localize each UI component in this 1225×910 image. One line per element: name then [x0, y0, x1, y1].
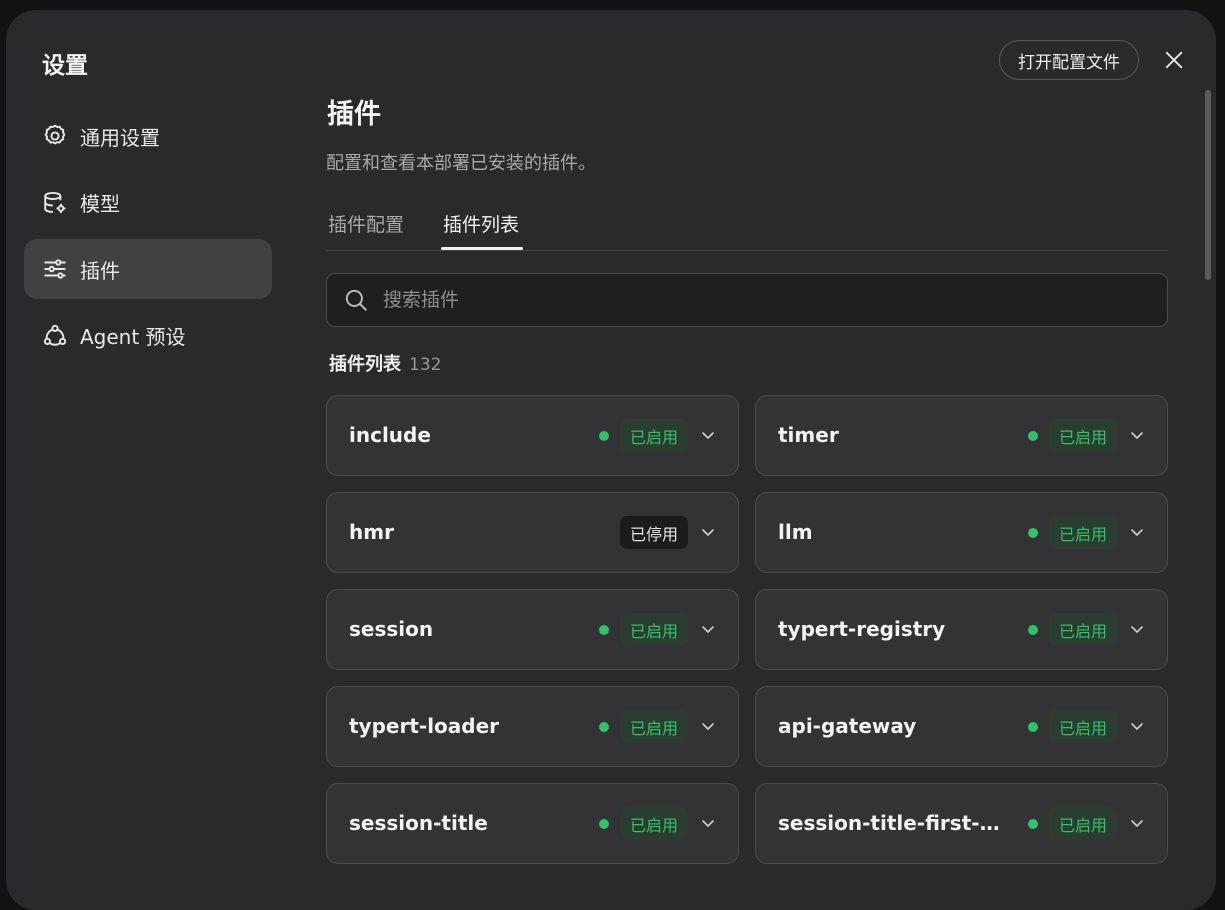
plugin-name: session — [349, 617, 434, 641]
status-badge: 已启用 — [1049, 419, 1117, 452]
status-badge: 已启用 — [620, 613, 688, 646]
status-badge: 已启用 — [1049, 710, 1117, 743]
status-dot — [599, 625, 609, 635]
status-dot — [1028, 625, 1038, 635]
status-badge: 已停用 — [620, 516, 688, 549]
plugin-name: include — [349, 423, 431, 447]
chevron-down-icon[interactable] — [700, 427, 716, 443]
chevron-down-icon[interactable] — [700, 524, 716, 540]
sliders-icon — [42, 256, 68, 282]
plugin-card[interactable]: session-title 已启用 — [326, 783, 739, 864]
chevron-down-icon[interactable] — [700, 815, 716, 831]
status-dot — [1028, 431, 1038, 441]
status-badge: 已启用 — [620, 710, 688, 743]
gear-icon — [42, 123, 68, 149]
sidebar: 通用设置 模型 插件 Agent 预设 — [24, 106, 272, 372]
plugin-name: typert-loader — [349, 714, 500, 738]
scrollbar[interactable] — [1202, 90, 1214, 880]
plugin-name: hmr — [349, 520, 394, 544]
sidebar-item-models[interactable]: 模型 — [24, 173, 272, 233]
tab-bar: 插件配置 插件列表 — [326, 202, 1168, 251]
status-badge: 已启用 — [620, 807, 688, 840]
plugin-card[interactable]: include 已启用 — [326, 395, 739, 476]
plugin-card[interactable]: timer 已启用 — [755, 395, 1168, 476]
plugin-card[interactable]: typert-registry 已启用 — [755, 589, 1168, 670]
plugin-card[interactable]: session-title-first-m... 已启用 — [755, 783, 1168, 864]
plugin-name: llm — [778, 520, 813, 544]
plugin-name: api-gateway — [778, 714, 917, 738]
plugin-name: timer — [778, 423, 839, 447]
sidebar-item-label: 插件 — [80, 258, 120, 283]
chevron-down-icon[interactable] — [1129, 718, 1145, 734]
status-badge: 已启用 — [1049, 516, 1117, 549]
plugin-name: typert-registry — [778, 617, 946, 641]
status-badge: 已启用 — [1049, 613, 1117, 646]
tab-plugin-config[interactable]: 插件配置 — [328, 210, 404, 237]
status-badge: 已启用 — [620, 419, 688, 452]
status-badge: 已启用 — [1049, 807, 1117, 840]
close-button[interactable] — [1161, 47, 1187, 73]
chevron-down-icon[interactable] — [1129, 427, 1145, 443]
agent-icon — [42, 323, 68, 349]
plugin-card[interactable]: hmr 已停用 — [326, 492, 739, 573]
sidebar-item-label: 模型 — [80, 192, 120, 216]
open-config-file-button[interactable]: 打开配置文件 — [999, 40, 1139, 80]
search-input[interactable] — [381, 288, 1085, 312]
database-icon — [42, 190, 68, 216]
plugin-card[interactable]: session 已启用 — [326, 589, 739, 670]
sidebar-item-label: 通用设置 — [80, 125, 160, 150]
scrollbar-thumb[interactable] — [1205, 90, 1211, 280]
plugin-name: session-title-first-m... — [778, 811, 1010, 835]
chevron-down-icon[interactable] — [1129, 621, 1145, 637]
search-icon — [343, 287, 369, 313]
status-dot — [599, 431, 609, 441]
status-dot — [1028, 722, 1038, 732]
sidebar-item-plugins[interactable]: 插件 — [24, 239, 272, 299]
chevron-down-icon[interactable] — [1129, 524, 1145, 540]
status-dot — [599, 722, 609, 732]
search-box[interactable] — [326, 273, 1168, 327]
tab-plugin-list[interactable]: 插件列表 — [443, 210, 519, 237]
sidebar-item-general[interactable]: 通用设置 — [24, 106, 272, 166]
page-description: 配置和查看本部署已安装的插件。 — [326, 153, 596, 174]
plugin-card[interactable]: typert-loader 已启用 — [326, 686, 739, 767]
page-title: 插件 — [327, 99, 381, 130]
status-dot — [1028, 528, 1038, 538]
settings-window: 设置 通用设置 模型 插件 Agent 预设 打开配置文件 插件 配置和查看本部… — [6, 10, 1216, 910]
status-dot — [599, 819, 609, 829]
plugin-name: session-title — [349, 811, 488, 835]
close-icon — [1165, 51, 1183, 69]
plugin-count: 132 — [409, 355, 442, 375]
active-tab-indicator — [441, 247, 523, 250]
plugin-list-title: 插件列表 — [329, 354, 401, 375]
chevron-down-icon[interactable] — [700, 718, 716, 734]
plugin-list-header: 插件列表 132 — [329, 350, 441, 376]
sidebar-item-label: Agent 预设 — [80, 325, 186, 349]
status-dot — [1028, 819, 1038, 829]
settings-title: 设置 — [42, 53, 88, 79]
plugin-card[interactable]: llm 已启用 — [755, 492, 1168, 573]
sidebar-item-agent-presets[interactable]: Agent 预设 — [24, 306, 272, 366]
chevron-down-icon[interactable] — [1129, 815, 1145, 831]
chevron-down-icon[interactable] — [700, 621, 716, 637]
plugin-card[interactable]: api-gateway 已启用 — [755, 686, 1168, 767]
